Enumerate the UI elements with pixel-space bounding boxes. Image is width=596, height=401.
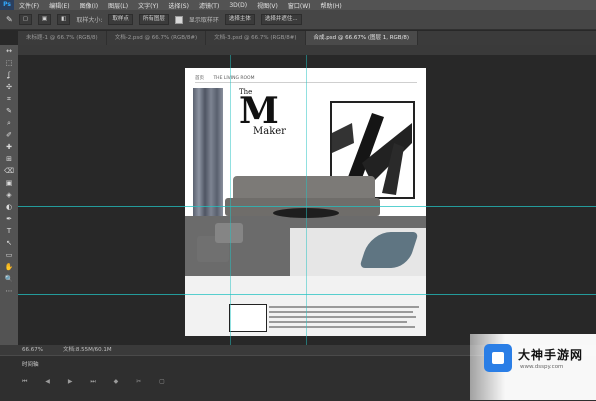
guide-line-horizontal[interactable] bbox=[18, 206, 596, 207]
layout-nav-item: 首页 bbox=[195, 76, 204, 81]
timeline-title: 时间轴 bbox=[22, 362, 39, 368]
pen-tool-icon[interactable]: ✒ bbox=[0, 213, 18, 225]
gradient-tool-icon[interactable]: ▣ bbox=[0, 177, 18, 189]
document-tab[interactable]: 未标题-1 @ 66.7% (RGB/8) bbox=[18, 31, 107, 45]
menu-image[interactable]: 图像(I) bbox=[75, 1, 103, 10]
eyedropper-tool-icon[interactable]: ✎ bbox=[6, 15, 13, 24]
guide-line-horizontal[interactable] bbox=[18, 294, 596, 295]
zoom-tool-icon[interactable]: 🔍 bbox=[0, 273, 18, 285]
photoshop-logo-icon: Ps bbox=[0, 0, 14, 10]
document-tab-active[interactable]: 合成.psd @ 66.67% (图层 1, RGB/8) bbox=[305, 31, 419, 45]
brush-tool-icon[interactable]: ✐ bbox=[0, 129, 18, 141]
path-selection-tool-icon[interactable]: ↖ bbox=[0, 237, 18, 249]
show-ring-label: 显示取样环 bbox=[188, 17, 219, 24]
title-line-maker: Maker bbox=[253, 126, 286, 137]
canvas-area[interactable]: 首页 THE LIVING ROOM The M Maker bbox=[18, 55, 596, 345]
rectangle-tool-icon[interactable]: ▭ bbox=[0, 249, 18, 261]
menu-view[interactable]: 视图(V) bbox=[252, 1, 283, 10]
options-bar: ✎ ▢ ▣ ◧ 取样大小: 取样点 所有图层 显示取样环 选择主体 选择并遮住.… bbox=[0, 10, 596, 30]
type-tool-icon[interactable]: T bbox=[0, 225, 18, 237]
menu-help[interactable]: 帮助(H) bbox=[316, 1, 347, 10]
move-tool-icon[interactable]: ↔ bbox=[0, 45, 18, 57]
eyedropper-tool-icon[interactable]: ✎ bbox=[0, 105, 18, 117]
menu-edit[interactable]: 编辑(E) bbox=[44, 1, 74, 10]
watermark-url: www.dsspy.com bbox=[520, 364, 564, 370]
menu-type[interactable]: 文字(Y) bbox=[133, 1, 163, 10]
show-ring-checkbox[interactable] bbox=[174, 15, 183, 24]
title-big-letter: M bbox=[239, 90, 279, 132]
document-size: 文档:8.55M/60.1M bbox=[62, 347, 112, 353]
menu-layer[interactable]: 图层(L) bbox=[103, 1, 133, 10]
watermark-name: 大神手游网 bbox=[518, 348, 584, 362]
select-and-mask-button[interactable]: 选择并遮住... bbox=[260, 14, 302, 25]
eraser-tool-icon[interactable]: ⌫ bbox=[0, 165, 18, 177]
guide-line-vertical[interactable] bbox=[230, 55, 231, 345]
clone-stamp-tool-icon[interactable]: ✚ bbox=[0, 141, 18, 153]
menu-file[interactable]: 文件(F) bbox=[14, 1, 44, 10]
blur-tool-icon[interactable]: ◈ bbox=[0, 189, 18, 201]
layout-nav-item: THE LIVING ROOM bbox=[213, 76, 255, 81]
menu-bar: Ps 文件(F) 编辑(E) 图像(I) 图层(L) 文字(Y) 选择(S) 滤… bbox=[0, 0, 596, 10]
watermark-logo-icon bbox=[484, 344, 512, 372]
layout-text-frame bbox=[229, 304, 267, 332]
menu-3d[interactable]: 3D(D) bbox=[224, 2, 252, 9]
add-selection-icon[interactable]: ▣ bbox=[37, 14, 52, 25]
document-tab-bar: 未标题-1 @ 66.7% (RGB/8) 文档-2.psd @ 66.7% (… bbox=[18, 31, 596, 45]
crop-tool-icon[interactable]: ⌗ bbox=[0, 93, 18, 105]
lasso-tool-icon[interactable]: ʆ bbox=[0, 69, 18, 81]
document-tab[interactable]: 文档-3.psd @ 66.7% (RGB/8#) bbox=[206, 31, 306, 45]
marquee-tool-icon[interactable]: ⬚ bbox=[0, 57, 18, 69]
document-tab[interactable]: 文档-2.psd @ 66.7% (RGB/8#) bbox=[107, 31, 207, 45]
sample-layers-dropdown[interactable]: 所有图层 bbox=[138, 14, 169, 25]
select-subject-button[interactable]: 选择主体 bbox=[224, 14, 255, 25]
body-text-lines bbox=[269, 303, 419, 331]
menu-filter[interactable]: 滤镜(T) bbox=[194, 1, 224, 10]
more-tools-icon[interactable]: ⋯ bbox=[0, 285, 18, 297]
curtain-image bbox=[193, 88, 223, 216]
subtract-selection-icon[interactable]: ◧ bbox=[57, 14, 71, 25]
site-watermark: 大神手游网 www.dsspy.com bbox=[470, 334, 596, 400]
sample-size-label: 取样大小: bbox=[76, 17, 103, 24]
history-brush-tool-icon[interactable]: ⊞ bbox=[0, 153, 18, 165]
healing-tool-icon[interactable]: ⌕ bbox=[0, 117, 18, 129]
sample-size-dropdown[interactable]: 取样点 bbox=[108, 14, 133, 25]
guide-line-vertical[interactable] bbox=[306, 55, 307, 345]
tools-panel: ↔ ⬚ ʆ ✣ ⌗ ✎ ⌕ ✐ ✚ ⊞ ⌫ ▣ ◈ ◐ ✒ T ↖ ▭ ✋ 🔍 … bbox=[0, 45, 19, 345]
magic-wand-tool-icon[interactable]: ✣ bbox=[0, 81, 18, 93]
ottoman-image bbox=[215, 223, 243, 243]
layout-title: The M Maker bbox=[239, 88, 286, 137]
zoom-level[interactable]: 66.67% bbox=[22, 345, 43, 355]
menu-select[interactable]: 选择(S) bbox=[163, 1, 194, 10]
dodge-tool-icon[interactable]: ◐ bbox=[0, 201, 18, 213]
hand-tool-icon[interactable]: ✋ bbox=[0, 261, 18, 273]
menu-window[interactable]: 窗口(W) bbox=[283, 1, 316, 10]
new-selection-icon[interactable]: ▢ bbox=[18, 14, 32, 25]
timeline-controls[interactable]: ⏮ ◀ ▶ ⏭ ◆ ✂ ▢ bbox=[22, 378, 173, 386]
